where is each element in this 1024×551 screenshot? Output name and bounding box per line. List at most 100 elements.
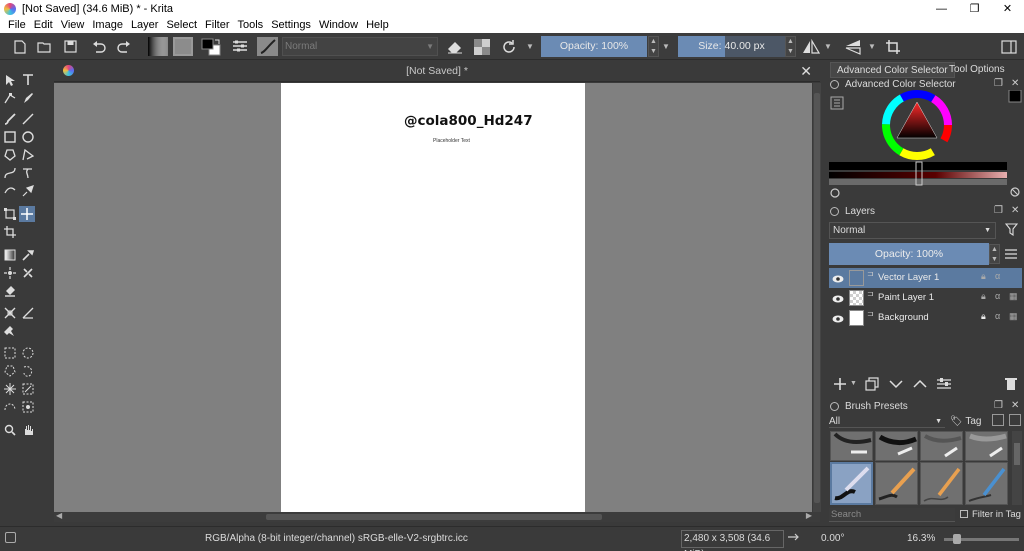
mirror-vertical-icon[interactable] — [843, 37, 863, 56]
eye-visibility-icon[interactable] — [832, 274, 844, 286]
assistant-tool-icon[interactable] — [2, 305, 18, 321]
float-docker-icon[interactable]: ❐ — [994, 400, 1003, 411]
zoom-slider-knob[interactable] — [953, 534, 961, 544]
import-preset-icon[interactable] — [992, 414, 1004, 426]
rotation-icon[interactable] — [786, 531, 800, 546]
freehand-path-tool-icon[interactable] — [20, 165, 36, 181]
select-shapes-tool-icon[interactable] — [2, 72, 18, 88]
pattern-swatch-icon[interactable] — [173, 37, 193, 56]
document-page[interactable]: @cola800_Hd247 Placeholder Text — [281, 83, 585, 512]
move-tool-icon[interactable] — [19, 206, 35, 222]
crop-tool-icon[interactable] — [2, 224, 18, 240]
delete-layer-icon[interactable] — [1005, 377, 1017, 394]
brush-preset-item[interactable] — [830, 431, 873, 461]
save-icon[interactable] — [62, 37, 78, 56]
float-docker-icon[interactable]: ❐ — [994, 78, 1003, 89]
layer-opacity-slider[interactable]: Opacity: 100% — [829, 243, 989, 265]
chevron-down-icon[interactable]: ▼ — [524, 37, 536, 56]
chevron-down-icon[interactable]: ▼ — [850, 380, 857, 387]
hamburger-menu-icon[interactable] — [1005, 249, 1017, 262]
alpha-lock-icon[interactable]: ▦ — [1009, 311, 1018, 322]
menu-help[interactable]: Help — [362, 17, 393, 33]
lock-icon[interactable]: 🔒︎ — [981, 311, 986, 322]
gradient-swatch-icon[interactable] — [148, 37, 168, 56]
menu-settings[interactable]: Settings — [267, 17, 315, 33]
menu-layer[interactable]: Layer — [127, 17, 163, 33]
menu-window[interactable]: Window — [315, 17, 362, 33]
transform-tool-icon[interactable] — [2, 206, 18, 222]
multibrush-tool-icon[interactable] — [20, 183, 36, 199]
polyline-tool-icon[interactable] — [20, 147, 36, 163]
preset-view-mode-icon[interactable] — [1009, 414, 1021, 426]
vertical-scrollbar[interactable] — [813, 83, 821, 512]
eraser-icon[interactable] — [446, 37, 464, 56]
brush-size-slider[interactable]: Size: 40.00 px — [678, 36, 785, 57]
colorize-mask-tool-icon[interactable] — [2, 265, 18, 281]
brush-preset-item[interactable] — [830, 462, 873, 505]
dynamic-brush-tool-icon[interactable] — [2, 183, 18, 199]
calligraphy-tool-icon[interactable] — [20, 90, 36, 106]
canvas-area[interactable]: @cola800_Hd247 Placeholder Text — [54, 83, 812, 512]
docker-lock-icon[interactable] — [830, 80, 839, 89]
zoom-value[interactable]: 16.3% — [907, 533, 935, 544]
lock-icon[interactable]: 🔒︎ — [981, 271, 986, 282]
layer-row[interactable]: ⊐ Background 🔒︎ α ▦ — [829, 308, 1022, 328]
close-docker-icon[interactable]: ✕ — [1011, 205, 1019, 216]
filter-icon[interactable] — [1004, 223, 1019, 239]
horizontal-scrollbar[interactable]: ◀ ▶ — [54, 511, 820, 522]
zoom-tool-icon[interactable] — [2, 422, 18, 438]
polygonal-selection-tool-icon[interactable] — [2, 363, 18, 379]
freehand-selection-tool-icon[interactable] — [20, 363, 36, 379]
move-layer-down-icon[interactable] — [888, 378, 904, 393]
menu-filter[interactable]: Filter — [201, 17, 233, 33]
brush-search-input[interactable]: Search — [829, 508, 955, 522]
alpha-inherit-icon[interactable]: α — [995, 291, 1000, 301]
smart-patch-tool-icon[interactable] — [20, 265, 36, 281]
contiguous-selection-tool-icon[interactable] — [2, 381, 18, 397]
undo-icon[interactable] — [91, 37, 107, 56]
eye-visibility-icon[interactable] — [832, 294, 844, 306]
layer-name[interactable]: Vector Layer 1 — [878, 272, 939, 283]
docker-lock-icon[interactable] — [830, 207, 839, 216]
chevron-down-icon[interactable]: ▼ — [660, 37, 672, 56]
workspace-icon[interactable] — [1000, 37, 1018, 56]
reload-preset-icon[interactable] — [500, 37, 518, 56]
chevron-down-icon[interactable]: ▼ — [866, 37, 878, 56]
menu-select[interactable]: Select — [162, 17, 201, 33]
text-tool-icon[interactable] — [20, 72, 36, 88]
close-window-button[interactable]: ✕ — [991, 0, 1024, 17]
pan-tool-icon[interactable] — [20, 422, 36, 438]
menu-tools[interactable]: Tools — [234, 17, 268, 33]
size-spinbox[interactable]: ▲ ▼ — [785, 36, 796, 57]
blend-mode-dropdown[interactable]: Normal ▼ — [282, 37, 438, 56]
menu-image[interactable]: Image — [88, 17, 127, 33]
move-layer-up-icon[interactable] — [912, 378, 928, 393]
layer-blend-mode-dropdown[interactable]: Normal ▼ — [829, 222, 996, 239]
magnetic-selection-tool-icon[interactable] — [20, 399, 36, 415]
add-layer-icon[interactable] — [832, 376, 848, 395]
menu-file[interactable]: File — [4, 17, 30, 33]
brush-preset-item[interactable] — [920, 431, 963, 461]
document-title[interactable]: [Not Saved] * — [54, 65, 820, 77]
brush-preset-item[interactable] — [875, 462, 918, 505]
redo-icon[interactable] — [116, 37, 132, 56]
saturation-value-triangle[interactable] — [896, 101, 938, 139]
brush-preset-icon[interactable] — [257, 37, 278, 56]
gradient-tool-icon[interactable] — [2, 247, 18, 263]
handle-text[interactable]: @cola800_Hd247 — [404, 113, 533, 129]
alpha-inherit-icon[interactable]: α — [995, 311, 1000, 321]
layer-opacity-spinbox[interactable]: ▲ ▼ — [989, 244, 1000, 264]
brush-preset-item[interactable] — [965, 431, 1008, 461]
menu-edit[interactable]: Edit — [30, 17, 57, 33]
layer-row[interactable]: ⊐ Vector Layer 1 🔒︎ α — [829, 268, 1022, 288]
scroll-right-icon[interactable]: ▶ — [806, 511, 812, 520]
close-docker-icon[interactable]: ✕ — [1011, 400, 1019, 411]
opacity-spinbox[interactable]: ▲ ▼ — [648, 36, 659, 57]
crop-wrap-icon[interactable] — [884, 37, 902, 56]
alpha-lock-icon[interactable] — [473, 37, 491, 56]
tab-tool-options[interactable]: Tool Options — [943, 62, 1011, 78]
open-folder-icon[interactable] — [36, 37, 52, 56]
alpha-inherit-icon[interactable]: α — [995, 271, 1000, 281]
close-docker-icon[interactable]: ✕ — [1011, 78, 1019, 89]
brush-preset-item[interactable] — [920, 462, 963, 505]
